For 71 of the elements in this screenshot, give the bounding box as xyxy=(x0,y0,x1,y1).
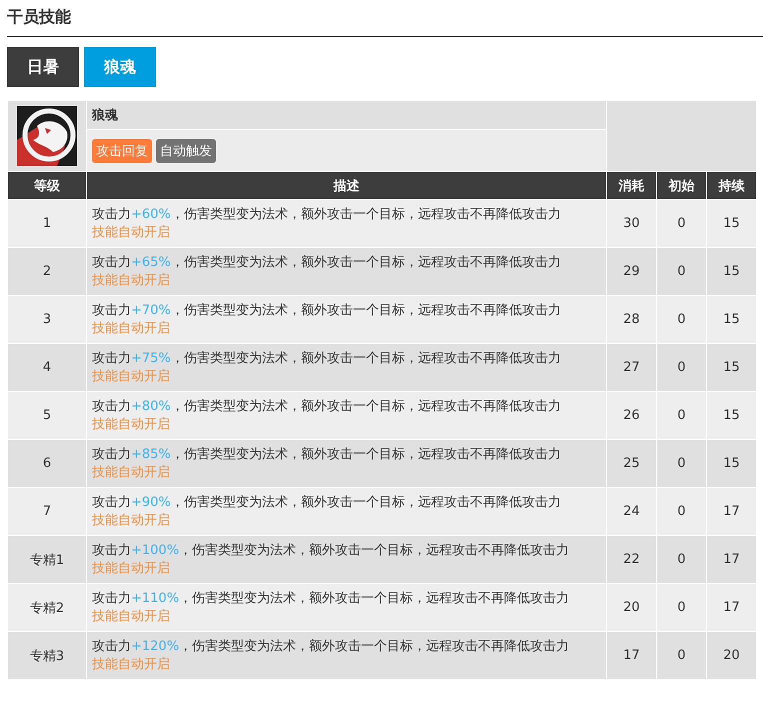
table-cell: 1 xyxy=(8,200,86,248)
table-cell: 7 xyxy=(8,488,86,536)
description-text: 攻击力+100%，伤害类型变为法术，额外攻击一个目标，远程攻击不再降低攻击力 xyxy=(92,542,570,560)
table-cell: 24 xyxy=(606,488,656,536)
table-cell: 30 xyxy=(606,200,656,248)
skill-tab[interactable]: 日暑 xyxy=(7,47,79,87)
description-text: 攻击力+90%，伤害类型变为法术，额外攻击一个目标，远程攻击不再降低攻击力 xyxy=(92,494,562,512)
table-cell: 27 xyxy=(606,344,656,392)
description-text: 攻击力+60%，伤害类型变为法术，额外攻击一个目标，远程攻击不再降低攻击力 xyxy=(92,206,562,224)
table-cell: 专精1 xyxy=(8,536,86,584)
skill-tag: 自动触发 xyxy=(156,138,216,162)
table-cell: 0 xyxy=(656,392,706,440)
note-text: 技能自动开启 xyxy=(92,320,171,338)
table-cell: 22 xyxy=(606,536,656,584)
note-text: 技能自动开启 xyxy=(92,656,171,674)
table-cell: 15 xyxy=(706,296,756,344)
table-cell: 0 xyxy=(656,296,706,344)
table-cell: 0 xyxy=(656,632,706,680)
table-cell: 4 xyxy=(8,344,86,392)
column-header: 初始 xyxy=(656,172,706,200)
table-cell: 0 xyxy=(656,536,706,584)
table-cell: 15 xyxy=(706,248,756,296)
table-cell: 20 xyxy=(706,632,756,680)
column-header: 持续 xyxy=(706,172,756,200)
section-title: 干员技能 xyxy=(7,6,763,37)
note-text: 技能自动开启 xyxy=(92,368,171,386)
description-text: 攻击力+120%，伤害类型变为法术，额外攻击一个目标，远程攻击不再降低攻击力 xyxy=(92,638,570,656)
note-text: 技能自动开启 xyxy=(92,224,171,242)
table-cell: 15 xyxy=(706,440,756,488)
column-header: 消耗 xyxy=(606,172,656,200)
note-text: 技能自动开启 xyxy=(92,512,171,530)
description-text: 攻击力+110%，伤害类型变为法术，额外攻击一个目标，远程攻击不再降低攻击力 xyxy=(92,590,570,608)
note-text: 技能自动开启 xyxy=(92,560,171,578)
table-cell: 2 xyxy=(8,248,86,296)
note-text: 技能自动开启 xyxy=(92,272,171,290)
column-header: 描述 xyxy=(86,172,606,200)
skill-name: 狼魂 xyxy=(86,100,606,130)
column-header: 等级 xyxy=(8,172,86,200)
table-cell: 20 xyxy=(606,584,656,632)
description-text: 攻击力+80%，伤害类型变为法术，额外攻击一个目标，远程攻击不再降低攻击力 xyxy=(92,398,562,416)
table-cell: 专精2 xyxy=(8,584,86,632)
table-cell: 6 xyxy=(8,440,86,488)
table-cell: 专精3 xyxy=(8,632,86,680)
table-cell: 0 xyxy=(656,344,706,392)
table-cell: 17 xyxy=(606,632,656,680)
table-cell: 17 xyxy=(706,536,756,584)
table-cell: 25 xyxy=(606,440,656,488)
table-cell: 29 xyxy=(606,248,656,296)
table-cell: 0 xyxy=(656,488,706,536)
table-cell: 5 xyxy=(8,392,86,440)
table-cell: 15 xyxy=(706,392,756,440)
skill-tag: 攻击回复 xyxy=(92,138,152,162)
table-cell: 0 xyxy=(656,200,706,248)
note-text: 技能自动开启 xyxy=(92,416,171,434)
table-cell: 0 xyxy=(656,248,706,296)
description-text: 攻击力+85%，伤害类型变为法术，额外攻击一个目标，远程攻击不再降低攻击力 xyxy=(92,446,562,464)
description-text: 攻击力+70%，伤害类型变为法术，额外攻击一个目标，远程攻击不再降低攻击力 xyxy=(92,302,562,320)
table-cell: 3 xyxy=(8,296,86,344)
table-cell: 0 xyxy=(656,440,706,488)
table-cell: 26 xyxy=(606,392,656,440)
table-cell: 17 xyxy=(706,584,756,632)
skill-icon xyxy=(17,106,77,166)
table-cell: 28 xyxy=(606,296,656,344)
table-cell: 15 xyxy=(706,344,756,392)
table-cell: 15 xyxy=(706,200,756,248)
note-text: 技能自动开启 xyxy=(92,608,171,626)
table-cell: 17 xyxy=(706,488,756,536)
description-text: 攻击力+65%，伤害类型变为法术，额外攻击一个目标，远程攻击不再降低攻击力 xyxy=(92,254,562,272)
note-text: 技能自动开启 xyxy=(92,464,171,482)
description-text: 攻击力+75%，伤害类型变为法术，额外攻击一个目标，远程攻击不再降低攻击力 xyxy=(92,350,562,368)
table-cell: 0 xyxy=(656,584,706,632)
